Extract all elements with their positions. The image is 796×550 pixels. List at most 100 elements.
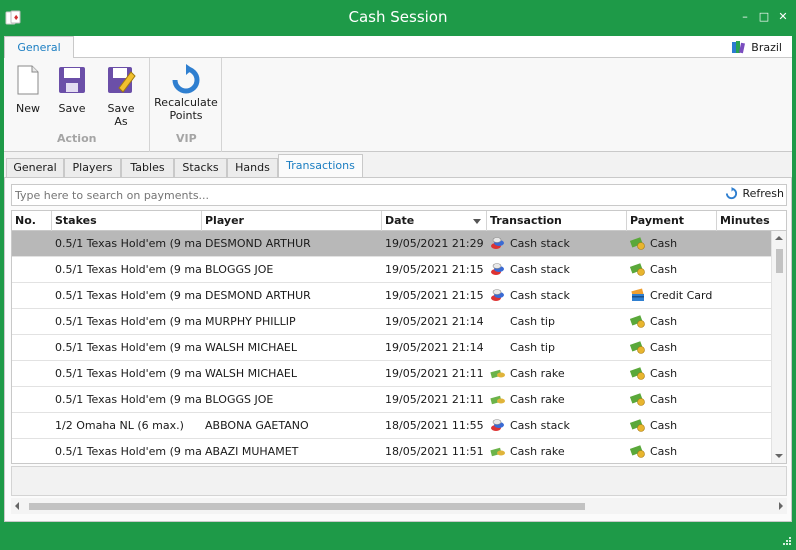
scroll-down-icon[interactable] xyxy=(775,454,783,458)
minimize-button[interactable]: – xyxy=(738,10,752,24)
tab-tables[interactable]: Tables xyxy=(121,158,174,178)
table-row[interactable]: 0.5/1 Texas Hold'em (9 max.) BLOGGS JOE 19… xyxy=(12,387,772,413)
table-row[interactable]: 1/2 Omaha NL (6 max.) ABBONA GAETANO 18/05… xyxy=(12,413,772,439)
credit-card-icon xyxy=(631,288,644,301)
vertical-scroll-thumb[interactable] xyxy=(776,249,783,273)
cell-payment: Cash xyxy=(627,257,717,282)
cell-stakes-text: 0.5/1 Texas Hold'em (9 max.) xyxy=(55,445,202,458)
window-title: Cash Session xyxy=(348,8,448,26)
cell-stakes: 0.5/1 Texas Hold'em (9 max.) xyxy=(52,309,202,334)
cell-player: WALSH MICHAEL xyxy=(202,335,382,360)
save-as-icon xyxy=(108,67,136,93)
cell-date: 19/05/2021 21:15 xyxy=(382,283,487,308)
table-row[interactable]: 0.5/1 Texas Hold'em (9 max.) BLOGGS JOE 19… xyxy=(12,257,772,283)
sort-descending-icon xyxy=(473,219,481,224)
cell-date: 19/05/2021 21:14 xyxy=(382,335,487,360)
books-icon xyxy=(732,41,746,54)
cell-payment-text: Credit Card xyxy=(650,289,713,302)
cell-payment: Cash xyxy=(627,413,717,438)
cell-date-text: 19/05/2021 21:15 xyxy=(385,263,484,276)
cell-player-text: ABBONA GAETANO xyxy=(205,419,309,432)
cell-minutes xyxy=(717,413,772,438)
cell-payment-text: Cash xyxy=(650,263,678,276)
cell-payment: Cash xyxy=(627,361,717,386)
cell-date-text: 19/05/2021 21:14 xyxy=(385,341,484,354)
table-row[interactable]: 0.5/1 Texas Hold'em (9 max.) WALSH MICHAE… xyxy=(12,335,772,361)
scroll-up-icon[interactable] xyxy=(775,236,783,240)
cell-payment-text: Cash xyxy=(650,393,678,406)
cell-no xyxy=(12,283,52,308)
cell-payment-text: Cash xyxy=(650,237,678,250)
tab-transactions[interactable]: Transactions xyxy=(278,154,363,178)
column-header-minutes[interactable]: Minutes xyxy=(717,211,786,231)
column-header-date[interactable]: Date xyxy=(382,211,487,231)
cell-stakes: 0.5/1 Texas Hold'em (9 max.) xyxy=(52,283,202,308)
tab-general[interactable]: General xyxy=(6,158,64,178)
tab-players[interactable]: Players xyxy=(64,158,121,178)
table-row[interactable]: 0.5/1 Texas Hold'em (9 max.) DESMOND ARTH… xyxy=(12,231,772,257)
new-button[interactable]: New xyxy=(12,64,44,115)
horizontal-scroll-thumb[interactable] xyxy=(29,503,585,510)
scroll-left-icon[interactable] xyxy=(15,502,19,510)
group-label-vip: VIP xyxy=(176,132,197,145)
rake-icon xyxy=(490,395,505,405)
ribbon-tab-general[interactable]: General xyxy=(4,36,74,59)
save-as-button[interactable]: Save As xyxy=(100,64,142,128)
cell-stakes-text: 0.5/1 Texas Hold'em (9 max.) xyxy=(55,393,202,406)
empty-icon-slot xyxy=(490,339,506,355)
cell-date-text: 19/05/2021 21:11 xyxy=(385,367,484,380)
cash-icon xyxy=(630,367,645,380)
maximize-button[interactable]: □ xyxy=(757,10,771,24)
column-header-payment[interactable]: Payment xyxy=(627,211,717,231)
cell-stakes: 1/2 Omaha NL (6 max.) xyxy=(52,413,202,438)
cell-transaction: Cash rake xyxy=(487,439,627,463)
cash-icon xyxy=(630,419,645,432)
column-header-player[interactable]: Player xyxy=(202,211,382,231)
cell-no xyxy=(12,257,52,282)
cell-stakes: 0.5/1 Texas Hold'em (9 max.) xyxy=(52,257,202,282)
cell-player: WALSH MICHAEL xyxy=(202,361,382,386)
column-header-no[interactable]: No. xyxy=(12,211,52,231)
chips-icon xyxy=(491,263,504,275)
cell-payment: Cash xyxy=(627,231,717,256)
floppy-disk-icon xyxy=(59,67,85,93)
recalculate-icon xyxy=(172,64,200,94)
country-selector[interactable]: Brazil xyxy=(731,40,782,54)
scroll-right-icon[interactable] xyxy=(779,502,783,510)
search-input[interactable] xyxy=(12,185,692,205)
cell-transaction: Cash stack xyxy=(487,231,627,256)
cell-payment: Cash xyxy=(627,335,717,360)
cell-date: 19/05/2021 21:29 xyxy=(382,231,487,256)
transactions-grid: No. Stakes Player Date Transaction Payme… xyxy=(11,210,787,464)
cell-date: 19/05/2021 21:14 xyxy=(382,309,487,334)
cell-payment-text: Cash xyxy=(650,315,678,328)
save-button[interactable]: Save xyxy=(56,64,88,115)
table-row[interactable]: 0.5/1 Texas Hold'em (9 max.) WALSH MICHAE… xyxy=(12,361,772,387)
cell-payment: Cash xyxy=(627,309,717,334)
column-header-transaction[interactable]: Transaction xyxy=(487,211,627,231)
cell-date: 19/05/2021 21:15 xyxy=(382,257,487,282)
cell-player: DESMOND ARTHUR xyxy=(202,283,382,308)
refresh-button[interactable]: Refresh xyxy=(725,187,784,200)
table-row[interactable]: 0.5/1 Texas Hold'em (9 max.) DESMOND ARTH… xyxy=(12,283,772,309)
close-button[interactable]: ✕ xyxy=(776,10,790,24)
tab-stacks[interactable]: Stacks xyxy=(174,158,227,178)
cell-minutes xyxy=(717,231,772,256)
cell-player: ABAZI MUHAMET xyxy=(202,439,382,463)
recalculate-points-button[interactable]: Recalculate Points xyxy=(154,64,218,122)
vertical-scrollbar[interactable] xyxy=(771,231,786,463)
table-row[interactable]: 0.5/1 Texas Hold'em (9 max.) ABAZI MUHAME… xyxy=(12,439,772,463)
cell-minutes xyxy=(717,335,772,360)
refresh-icon xyxy=(726,187,738,200)
column-header-stakes[interactable]: Stakes xyxy=(52,211,202,231)
cell-transaction: Cash rake xyxy=(487,361,627,386)
tab-hands[interactable]: Hands xyxy=(227,158,278,178)
cell-player-text: BLOGGS JOE xyxy=(205,393,274,406)
resize-grip-icon[interactable] xyxy=(782,536,792,546)
cell-payment: Credit Card xyxy=(627,283,717,308)
save-button-label: Save xyxy=(58,102,86,115)
table-row[interactable]: 0.5/1 Texas Hold'em (9 max.) MURPHY PHILL… xyxy=(12,309,772,335)
column-header-date-label: Date xyxy=(385,214,415,227)
cell-date: 18/05/2021 11:55 xyxy=(382,413,487,438)
horizontal-scrollbar[interactable] xyxy=(11,498,787,514)
